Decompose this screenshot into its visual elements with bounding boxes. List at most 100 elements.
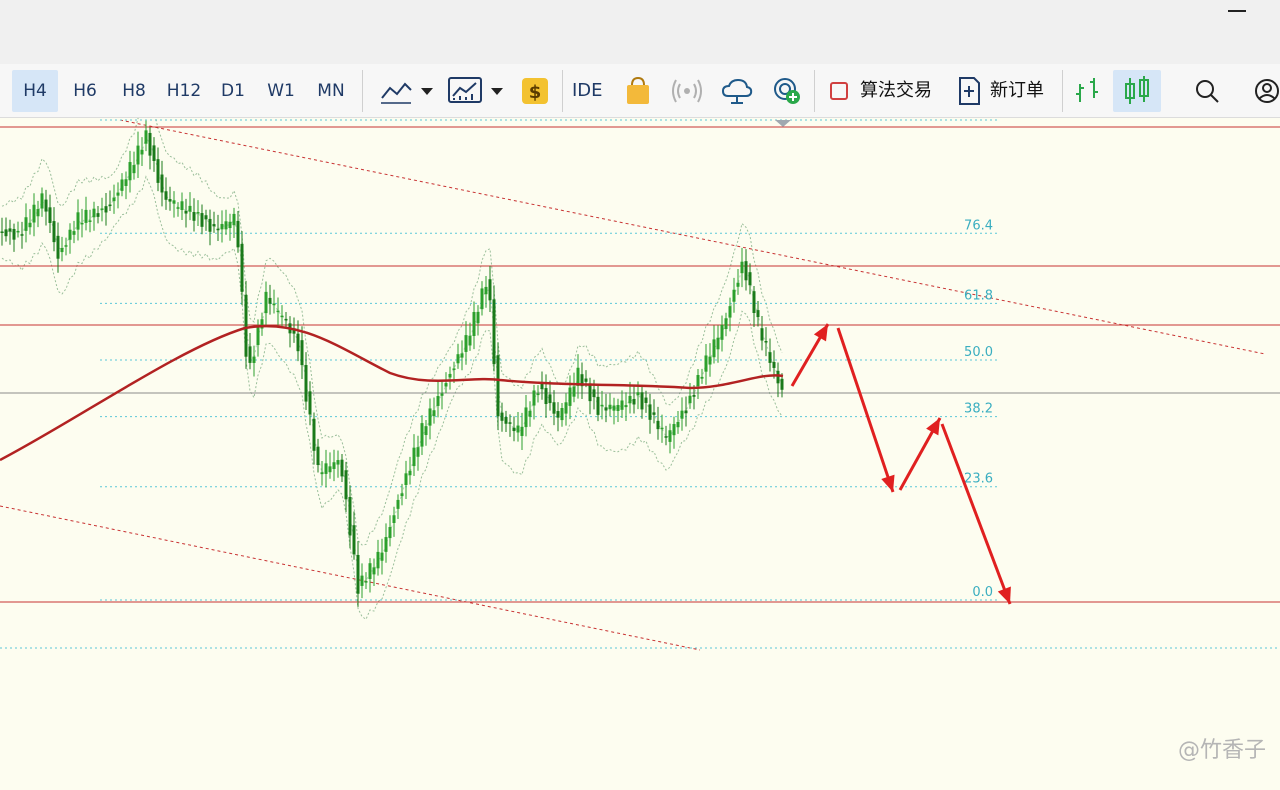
account-icon[interactable] (1250, 74, 1280, 108)
candle-body (500, 412, 504, 421)
candle-body (156, 159, 160, 183)
candle-body (452, 368, 456, 370)
candle-body (180, 201, 184, 210)
candle-body (760, 328, 764, 341)
minimize-icon[interactable] (1228, 10, 1246, 12)
candle-body (436, 396, 440, 406)
algo-trading-button[interactable]: 算法交易 (860, 74, 932, 108)
candle-body (484, 286, 488, 295)
timeframe-d1[interactable]: D1 (210, 70, 256, 112)
candle-body (88, 220, 92, 222)
candle-body (296, 333, 300, 352)
bar-chart-icon[interactable] (1070, 74, 1106, 108)
candle-body (36, 209, 40, 217)
timeframe-h6[interactable]: H6 (62, 70, 108, 112)
candle-body (152, 145, 156, 161)
candle-body (200, 213, 204, 227)
candle-body (132, 165, 136, 174)
candle-body (104, 206, 108, 213)
candle-body (536, 393, 540, 396)
signal-icon[interactable] (670, 74, 704, 108)
candle-body (644, 397, 648, 403)
candle-body (388, 527, 392, 539)
candlestick-icon (1125, 76, 1149, 104)
candle-body (364, 581, 368, 583)
candlestick-mode-button[interactable] (1113, 70, 1161, 112)
candle-body (244, 294, 248, 357)
line-chart-icon[interactable] (378, 74, 414, 108)
candle-body (372, 567, 376, 575)
candle-body (348, 496, 352, 536)
candle-body (144, 130, 148, 144)
candle-body (160, 174, 164, 193)
candle-body (360, 575, 364, 586)
candle-body (704, 355, 708, 372)
toolbar: H4 H6 H8 H12 D1 W1 MN $ IDE 算法交易 新订单 (0, 64, 1280, 118)
candle-body (392, 515, 396, 524)
add-signal-icon[interactable] (770, 74, 804, 108)
candle-body (116, 192, 120, 196)
candle-body (440, 393, 444, 396)
market-bag-icon[interactable] (622, 74, 654, 108)
candle-body (16, 230, 20, 233)
candle-body (444, 383, 448, 387)
candle-body (304, 365, 308, 402)
new-order-button[interactable]: 新订单 (990, 74, 1044, 108)
candle-body (556, 411, 560, 418)
horizontal-levels (0, 126, 1280, 603)
candle-body (316, 446, 320, 466)
fib-label: 23.6 (964, 472, 993, 487)
candle-body (196, 212, 200, 214)
candle-body (192, 212, 196, 221)
chart-shift-marker[interactable] (775, 120, 791, 127)
candle-body (624, 405, 628, 408)
candle-body (232, 213, 236, 226)
candle-body (276, 310, 280, 313)
candle-body (448, 373, 452, 378)
price-chart[interactable]: 100.0 76.4 61.8 50.0 38.2 23.6 0.0 (0, 118, 1280, 790)
cloud-icon[interactable] (720, 74, 754, 108)
candle-body (356, 554, 360, 594)
candle-body (300, 340, 304, 366)
candle-body (396, 499, 400, 509)
candle-body (376, 551, 380, 569)
candle-body (32, 204, 36, 223)
chevron-down-icon[interactable] (418, 74, 436, 108)
fib-label: 100.0 (956, 118, 993, 120)
indicators-icon[interactable] (446, 74, 484, 108)
candle-body (352, 525, 356, 555)
candle-body (176, 207, 180, 209)
chevron-down-icon[interactable] (488, 74, 506, 108)
candle-body (228, 221, 232, 229)
search-icon[interactable] (1190, 74, 1224, 108)
toolbar-separator (362, 70, 363, 112)
candle-body (56, 235, 60, 259)
candle-body (476, 311, 480, 324)
candle-body (344, 470, 348, 500)
candle-body (640, 392, 644, 410)
candle-body (72, 231, 76, 235)
candle-body (540, 383, 544, 390)
algo-trading-icon[interactable] (826, 74, 852, 108)
timeframe-h12[interactable]: H12 (160, 70, 208, 112)
candle-body (20, 234, 24, 236)
candle-body (184, 210, 188, 214)
candle-body (148, 132, 152, 156)
ide-button[interactable]: IDE (572, 74, 603, 108)
timeframe-h4[interactable]: H4 (12, 70, 58, 112)
timeframe-mn[interactable]: MN (307, 70, 355, 112)
candle-body (736, 282, 740, 287)
timeframe-w1[interactable]: W1 (258, 70, 304, 112)
dollar-icon[interactable]: $ (518, 74, 552, 108)
candle-body (216, 228, 220, 231)
new-order-icon[interactable] (954, 74, 984, 108)
toolbar-separator (1062, 70, 1063, 112)
candle-body (44, 199, 48, 212)
band-middle (1, 135, 783, 583)
candle-body (724, 318, 728, 330)
timeframe-h8[interactable]: H8 (111, 70, 157, 112)
candle-body (656, 420, 660, 430)
candle-body (204, 215, 208, 220)
candle-body (284, 318, 288, 321)
band-lower (1, 175, 783, 621)
